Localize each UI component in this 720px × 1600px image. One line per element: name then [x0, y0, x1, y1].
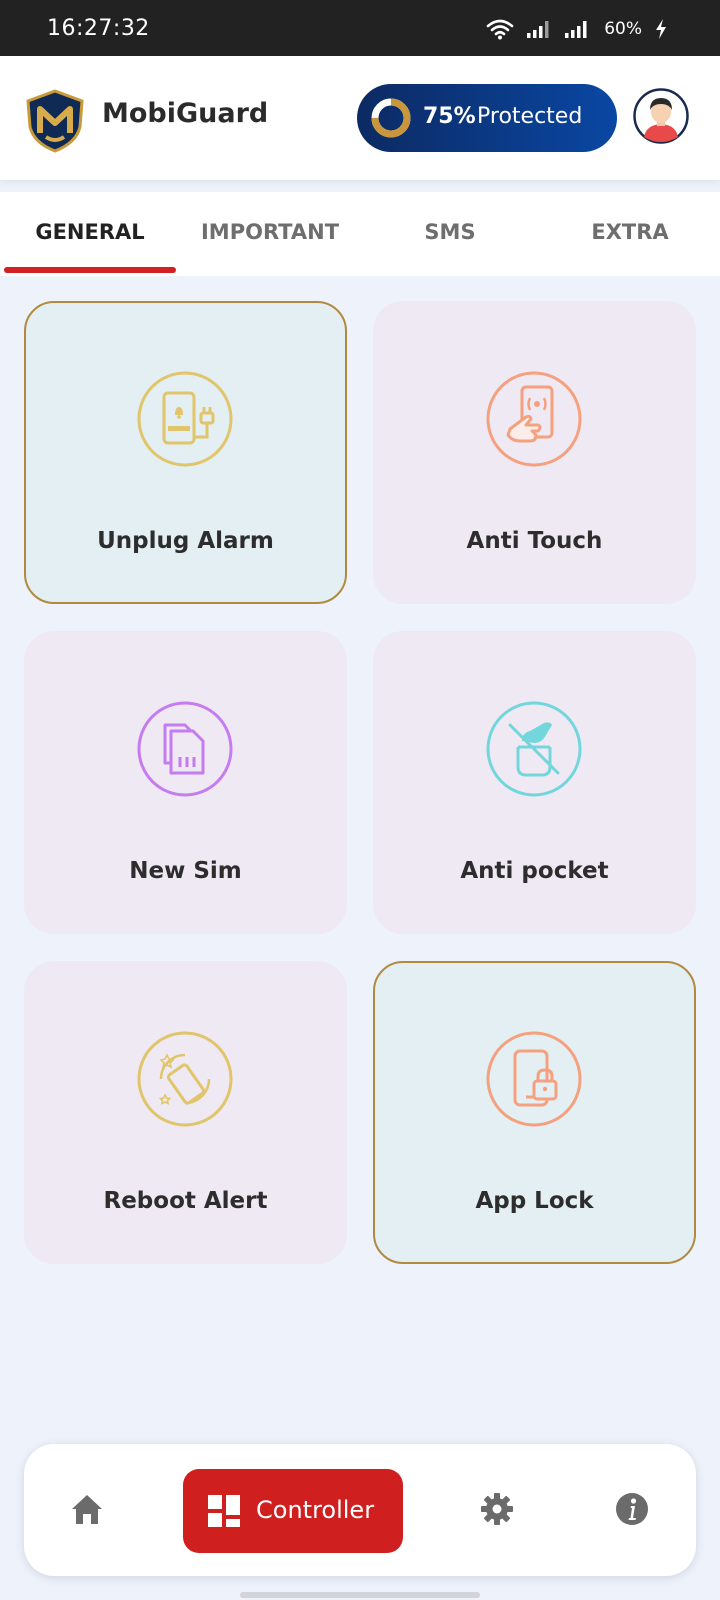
shield-m-logo — [26, 89, 84, 153]
card-new-sim[interactable]: New Sim — [24, 631, 347, 934]
status-time: 16:27:32 — [47, 16, 150, 41]
card-unplug-alarm[interactable]: Unplug Alarm — [24, 301, 347, 604]
card-label: New Sim — [129, 858, 242, 884]
card-app-lock[interactable]: App Lock — [373, 961, 696, 1264]
controller-label: Controller — [256, 1496, 375, 1524]
tab-extra[interactable]: EXTRA — [540, 220, 720, 244]
app-header: MobiGuard 75% Protected — [0, 56, 720, 180]
info-icon[interactable] — [615, 1492, 649, 1526]
card-anti-pocket[interactable]: Anti pocket — [373, 631, 696, 934]
protection-label: Protected — [477, 104, 583, 129]
protection-ring-icon — [371, 98, 411, 138]
tab-important[interactable]: IMPORTANT — [180, 220, 360, 244]
card-label: Anti Touch — [466, 528, 603, 554]
active-tab-indicator — [4, 267, 176, 273]
user-avatar[interactable] — [633, 88, 689, 144]
settings-icon[interactable] — [480, 1492, 514, 1526]
status-bar: 16:27:32 60% — [0, 0, 720, 56]
protection-percent: 75% — [423, 104, 476, 129]
app-lock-icon — [486, 1031, 582, 1127]
tab-sms[interactable]: SMS — [360, 220, 540, 244]
reboot-alert-icon — [137, 1031, 233, 1127]
signal-icon — [565, 21, 587, 38]
tab-general[interactable]: GENERAL — [0, 220, 180, 244]
battery-level: 60% — [604, 19, 642, 39]
home-indicator — [240, 1592, 480, 1598]
signal-icon — [527, 21, 549, 38]
card-anti-touch[interactable]: Anti Touch — [373, 301, 696, 604]
dashboard-icon — [208, 1495, 240, 1527]
anti-touch-icon — [486, 371, 582, 467]
card-label: Unplug Alarm — [97, 528, 274, 554]
card-reboot-alert[interactable]: Reboot Alert — [24, 961, 347, 1264]
anti-pocket-icon — [486, 701, 582, 797]
tab-bar: GENERAL IMPORTANT SMS EXTRA — [0, 192, 720, 276]
controller-button[interactable]: Controller — [183, 1469, 403, 1553]
battery-charging-icon — [656, 19, 666, 39]
protection-status-pill[interactable]: 75% Protected — [357, 84, 617, 152]
app-title: MobiGuard — [102, 98, 269, 129]
status-icons: 60% — [486, 18, 668, 40]
card-label: Reboot Alert — [103, 1188, 268, 1214]
wifi-icon — [486, 19, 514, 40]
sim-card-icon — [137, 701, 233, 797]
bottom-nav: Controller — [24, 1444, 696, 1576]
card-label: App Lock — [475, 1188, 594, 1214]
home-icon[interactable] — [70, 1492, 104, 1526]
unplug-alarm-icon — [137, 371, 233, 467]
card-label: Anti pocket — [460, 858, 609, 884]
